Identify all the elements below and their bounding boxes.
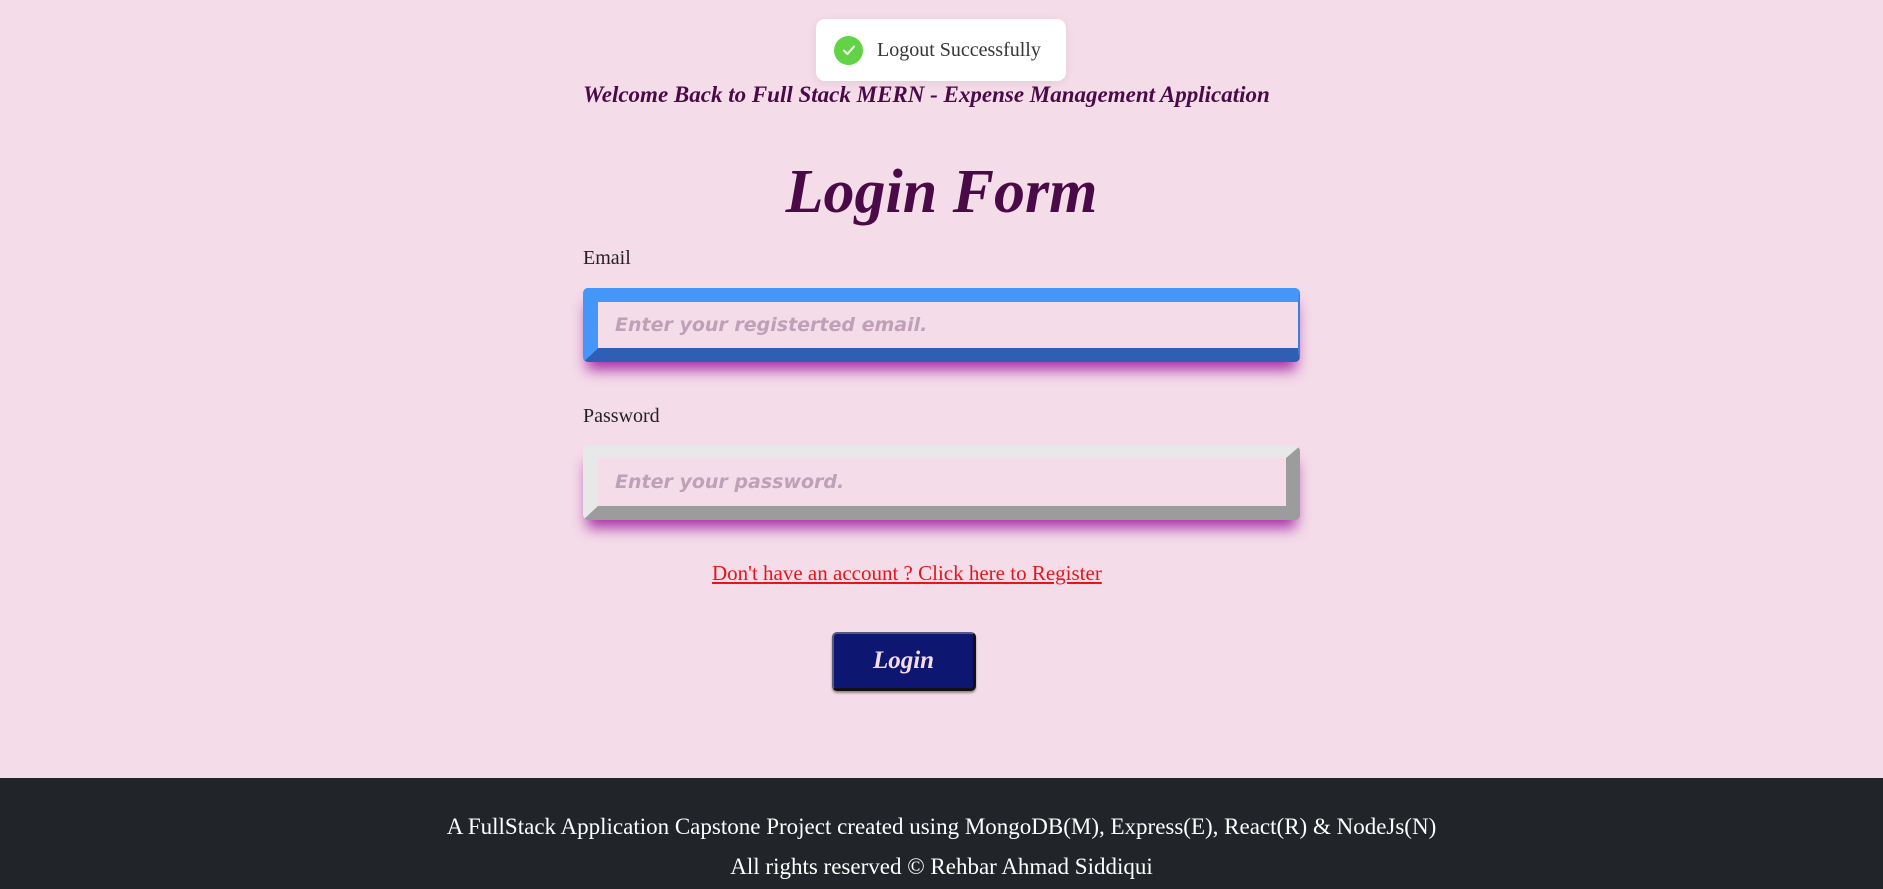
password-label: Password [583, 405, 660, 427]
email-label: Email [583, 247, 631, 269]
footer: A FullStack Application Capstone Project… [0, 778, 1883, 889]
page-body: Logout Successfully Welcome Back to Full… [0, 0, 1883, 778]
password-field-frame [583, 446, 1300, 520]
footer-copyright-text: All rights reserved © Rehbar Ahmad Siddi… [730, 854, 1153, 879]
check-circle-icon [834, 35, 863, 65]
login-button[interactable]: Login [832, 632, 976, 691]
toast-notification: Logout Successfully [816, 19, 1066, 81]
footer-project-text: A FullStack Application Capstone Project… [446, 814, 1437, 839]
form-title: Login Form [785, 158, 1098, 226]
toast-message: Logout Successfully [877, 38, 1041, 61]
password-input[interactable] [598, 458, 1286, 506]
email-field-frame [583, 288, 1300, 362]
email-input[interactable] [598, 302, 1298, 348]
welcome-heading: Welcome Back to Full Stack MERN - Expens… [583, 82, 1270, 107]
register-link[interactable]: Don't have an account ? Click here to Re… [712, 561, 1102, 586]
